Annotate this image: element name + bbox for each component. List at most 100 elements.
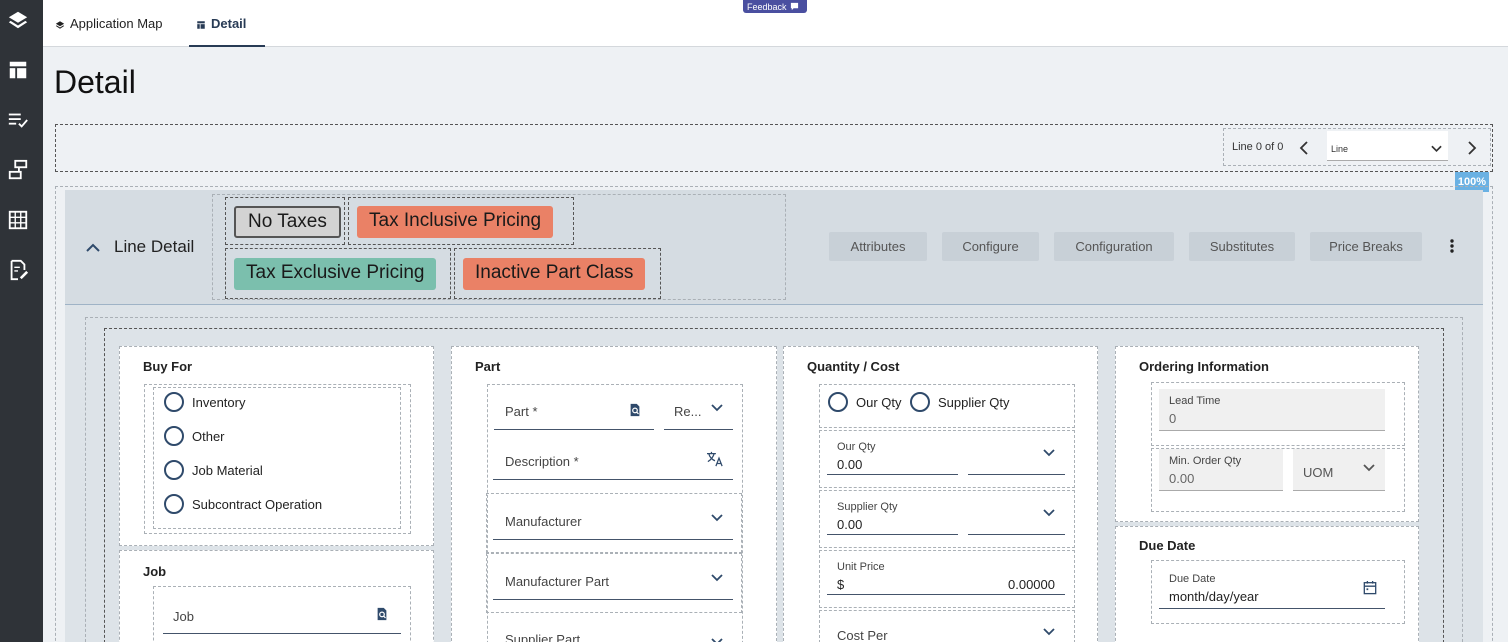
job-title: Job	[143, 564, 167, 579]
radio-circle	[910, 392, 930, 412]
substitutes-button[interactable]: Substitutes	[1189, 232, 1295, 261]
configure-button[interactable]: Configure	[942, 232, 1039, 261]
uom-label: UOM	[1303, 465, 1334, 480]
supplier-part-select[interactable]: Supplier Part	[493, 622, 733, 642]
translate-icon[interactable]	[706, 451, 724, 467]
our-qty-field[interactable]: Our Qty 0.00	[827, 435, 958, 475]
radio-circle	[164, 494, 184, 514]
top-bar: Feedback Application Map Detail	[43, 0, 1508, 47]
calendar-icon[interactable]	[1363, 580, 1377, 595]
radio-circle	[164, 392, 184, 412]
line-detail-toggle[interactable]: Line Detail	[86, 237, 194, 257]
radio-other[interactable]: Other	[164, 426, 225, 446]
layout-icon[interactable]	[6, 58, 30, 82]
radio-label: Other	[192, 428, 225, 444]
tax-inclusive-chip: Tax Inclusive Pricing	[357, 206, 554, 238]
tab-application-map[interactable]: Application Map	[55, 16, 163, 47]
chevron-down-icon	[711, 573, 723, 581]
page-title: Detail	[54, 64, 136, 100]
layers-icon	[55, 21, 65, 29]
manufacturer-select[interactable]: Manufacturer	[493, 502, 733, 540]
part-title: Part	[475, 359, 501, 374]
chevron-down-icon	[711, 513, 723, 521]
job-field[interactable]: Job	[163, 600, 401, 634]
chevron-down-icon	[1043, 628, 1055, 636]
buy-for-card: Buy For	[119, 346, 434, 546]
radio-label: Job Material	[192, 462, 263, 478]
line-select[interactable]: Line	[1327, 131, 1448, 161]
supplier-qty-value: 0.00	[837, 517, 863, 532]
checklist-icon[interactable]	[6, 108, 30, 132]
due-date-value: month/day/year	[1169, 589, 1259, 604]
part-label: Part *	[505, 404, 538, 419]
chat-icon	[790, 2, 798, 11]
manufacturer-part-label: Manufacturer Part	[505, 574, 610, 589]
quantity-cost-title: Quantity / Cost	[807, 359, 900, 374]
chevron-left-icon[interactable]	[1299, 141, 1309, 155]
supplier-qty-field[interactable]: Supplier Qty 0.00	[827, 495, 958, 535]
chevron-down-icon	[1431, 145, 1442, 153]
job-placeholder: Job	[173, 609, 194, 624]
radio-label: Supplier Qty	[938, 394, 1010, 410]
min-order-qty-label: Min. Order Qty	[1169, 455, 1242, 467]
no-taxes-chip: No Taxes	[234, 206, 341, 238]
search-document-icon[interactable]	[375, 607, 389, 621]
feedback-button[interactable]: Feedback	[743, 0, 807, 13]
our-qty-label: Our Qty	[837, 441, 876, 453]
unit-price-label: Unit Price	[837, 561, 885, 573]
description-field[interactable]: Description *	[493, 442, 733, 480]
flow-icon[interactable]	[6, 158, 30, 182]
left-rail	[0, 0, 43, 642]
attributes-button[interactable]: Attributes	[829, 232, 927, 261]
part-field[interactable]: Part *	[494, 392, 654, 430]
due-date-title: Due Date	[1139, 538, 1196, 553]
radio-subcontract-operation[interactable]: Subcontract Operation	[164, 494, 322, 514]
line-select-value: Line	[1331, 144, 1349, 154]
edit-document-icon[interactable]	[6, 258, 30, 282]
chevron-down-icon	[1043, 448, 1055, 456]
radio-job-material[interactable]: Job Material	[164, 460, 263, 480]
radio-our-qty[interactable]: Our Qty	[828, 392, 902, 412]
chevron-right-icon[interactable]	[1467, 141, 1477, 155]
layers-icon[interactable]	[6, 8, 30, 32]
due-date-label: Due Date	[1169, 573, 1216, 585]
ordering-info-title: Ordering Information	[1139, 359, 1269, 374]
chevron-down-icon	[1043, 508, 1055, 516]
due-date-field[interactable]: Due Date month/day/year	[1159, 567, 1385, 609]
revision-field[interactable]: Re...	[664, 392, 733, 430]
unit-price-value: 0.00000	[1008, 577, 1055, 592]
radio-inventory[interactable]: Inventory	[164, 392, 245, 412]
radio-label: Subcontract Operation	[192, 496, 323, 512]
manufacturer-label: Manufacturer	[505, 514, 582, 529]
description-label: Description *	[505, 454, 579, 469]
lead-time-field: Lead Time 0	[1159, 389, 1385, 431]
configuration-button[interactable]: Configuration	[1054, 232, 1174, 261]
ordering-info-card: Ordering Information	[1115, 346, 1419, 522]
buy-for-title: Buy For	[143, 359, 193, 374]
layout-icon	[197, 21, 205, 29]
radio-label: Inventory	[192, 394, 246, 410]
uom-select: UOM	[1293, 449, 1385, 491]
pager-container: Line 0 of 0 Line	[55, 124, 1493, 172]
radio-label: Our Qty	[856, 394, 902, 410]
grid-icon[interactable]	[6, 208, 30, 232]
more-vert-icon[interactable]	[1444, 236, 1460, 256]
inactive-part-class-chip: Inactive Part Class	[463, 258, 646, 290]
tab-detail[interactable]: Detail	[189, 16, 265, 47]
feedback-label: Feedback	[747, 1, 787, 12]
unit-price-field[interactable]: Unit Price $ 0.00000	[827, 555, 1065, 595]
unit-price-currency: $	[837, 577, 845, 592]
our-qty-uom-select[interactable]	[968, 435, 1065, 475]
supplier-qty-label: Supplier Qty	[837, 501, 898, 513]
price-breaks-button[interactable]: Price Breaks	[1310, 232, 1422, 261]
chevron-up-icon	[86, 243, 100, 252]
chevron-down-icon	[1363, 463, 1375, 471]
chevron-down-icon	[711, 638, 723, 642]
search-document-icon[interactable]	[628, 403, 642, 417]
radio-supplier-qty[interactable]: Supplier Qty	[910, 392, 1010, 412]
supplier-part-label: Supplier Part	[505, 632, 581, 642]
cost-per-label: Cost Per	[837, 628, 888, 642]
supplier-qty-uom-select[interactable]	[968, 495, 1065, 535]
cost-per-select[interactable]: Cost Per	[827, 615, 1065, 642]
manufacturer-part-select[interactable]: Manufacturer Part	[493, 562, 733, 600]
